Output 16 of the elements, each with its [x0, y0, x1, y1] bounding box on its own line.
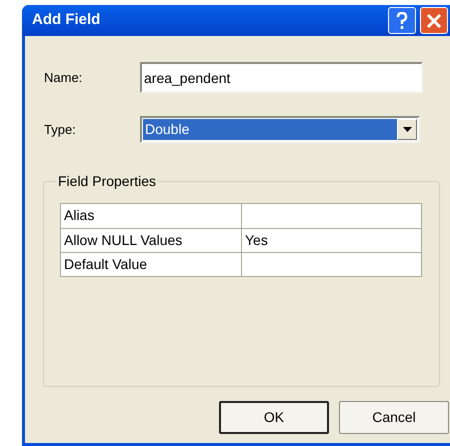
name-label: Name: [43, 68, 84, 87]
window-title: Add Field [32, 10, 102, 30]
property-name-cell: Allow NULL Values [61, 229, 242, 252]
type-label: Type: [43, 120, 77, 139]
dropdown-arrow-icon [402, 127, 412, 132]
help-button[interactable] [388, 7, 416, 34]
close-button[interactable] [420, 7, 448, 34]
question-mark-icon [396, 12, 408, 30]
dialog-button[interactable]: Cancel [339, 401, 449, 434]
property-name-cell: Alias [61, 204, 242, 228]
name-field[interactable]: area_pendent [140, 62, 423, 93]
type-dropdown[interactable]: Double [140, 116, 420, 143]
close-icon [426, 12, 442, 28]
property-value-cell[interactable]: Yes [242, 229, 421, 252]
property-name-cell: Default Value [61, 253, 242, 276]
dialog-button[interactable]: OK [219, 401, 329, 434]
